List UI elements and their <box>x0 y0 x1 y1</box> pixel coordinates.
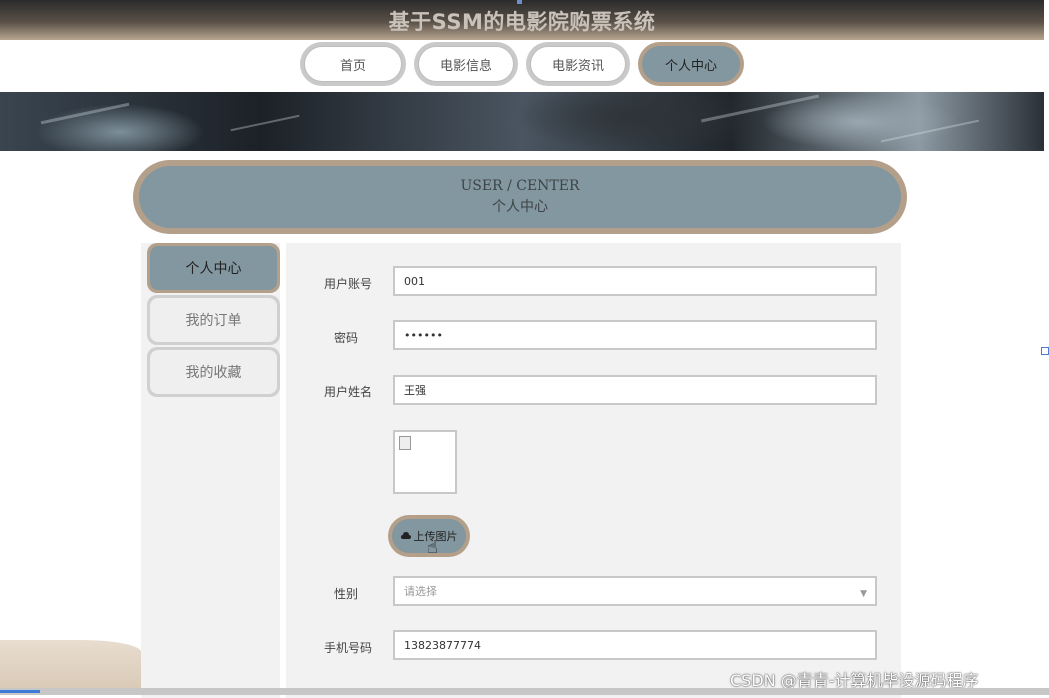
hand-cursor-icon: ☝ <box>427 537 438 558</box>
cloud-upload-icon <box>400 532 411 539</box>
nav-movie-info-button[interactable]: 电影信息 <box>414 42 518 86</box>
gender-select[interactable]: 请选择 ▼ <box>393 576 877 606</box>
sidebar: 个人中心 我的订单 我的收藏 <box>141 243 280 698</box>
section-header-inner: USER / CENTER 个人中心 <box>139 166 901 228</box>
phone-label: 手机号码 <box>323 641 372 655</box>
password-input[interactable]: •••••• <box>393 320 877 350</box>
resize-handle-top[interactable] <box>517 0 522 4</box>
nav-home-button[interactable]: 首页 <box>300 42 406 86</box>
chevron-down-icon: ▼ <box>860 589 867 599</box>
nav-user-center-button[interactable]: 个人中心 <box>638 42 744 86</box>
nav-movie-news-button[interactable]: 电影资讯 <box>526 42 630 86</box>
main-nav: 首页 电影信息 电影资讯 个人中心 <box>300 42 744 88</box>
name-input[interactable]: 王强 <box>393 375 877 405</box>
bottom-scrollbar[interactable] <box>0 688 1049 695</box>
phone-input[interactable]: 13823877774 <box>393 630 877 660</box>
gender-select-placeholder: 请选择 <box>404 585 437 598</box>
banner-image <box>0 92 1044 151</box>
nav-user-center-label: 个人中心 <box>642 46 740 82</box>
scrollbar-thumb[interactable] <box>0 690 40 693</box>
profile-form: 用户账号 001 密码 •••••• 用户姓名 王强 上传图片 ☝ 性别 请选择… <box>286 243 901 698</box>
section-header-cn: 个人中心 <box>492 199 548 215</box>
sidebar-item-my-favorites[interactable]: 我的收藏 <box>147 347 280 397</box>
sidebar-item-label: 个人中心 <box>150 246 277 290</box>
top-header-bar: 基于SSM的电影院购票系统 <box>0 0 1044 40</box>
account-label: 用户账号 <box>323 277 372 291</box>
avatar-preview <box>393 430 457 494</box>
section-header: USER / CENTER 个人中心 <box>133 160 907 234</box>
sidebar-item-my-orders[interactable]: 我的订单 <box>147 295 280 345</box>
section-header-en: USER / CENTER <box>460 178 580 194</box>
password-label: 密码 <box>333 331 358 345</box>
resize-handle-right[interactable] <box>1041 347 1049 355</box>
broken-image-icon <box>399 436 411 450</box>
sidebar-item-label: 我的订单 <box>150 298 277 342</box>
sidebar-item-user-center[interactable]: 个人中心 <box>147 243 280 293</box>
name-label: 用户姓名 <box>323 385 372 399</box>
nav-movie-news-label: 电影资讯 <box>530 46 626 82</box>
nav-home-label: 首页 <box>304 46 402 82</box>
sidebar-item-label: 我的收藏 <box>150 350 277 394</box>
nav-movie-info-label: 电影信息 <box>418 46 514 82</box>
site-title: 基于SSM的电影院购票系统 <box>388 10 656 34</box>
gender-label: 性别 <box>333 587 358 601</box>
background-decoration <box>0 640 141 695</box>
account-input[interactable]: 001 <box>393 266 877 296</box>
